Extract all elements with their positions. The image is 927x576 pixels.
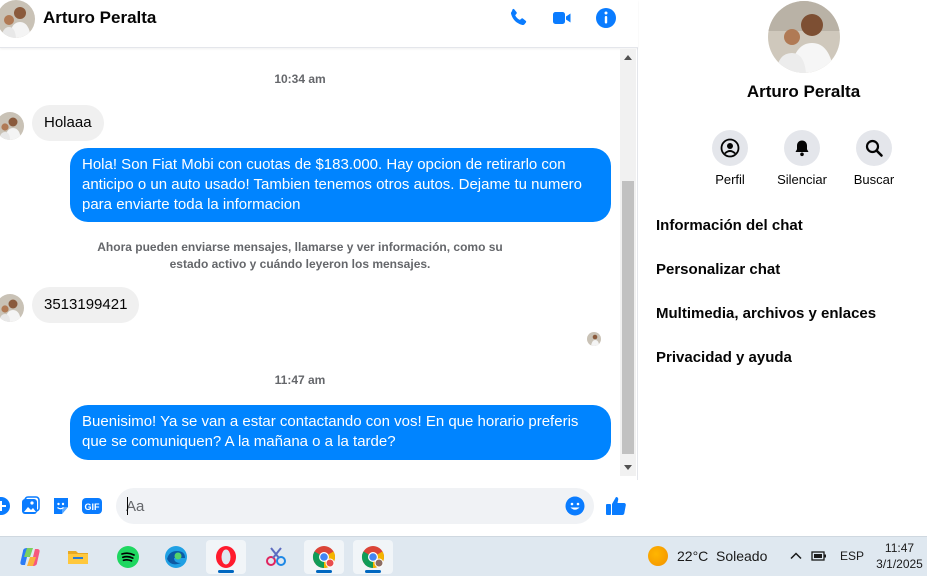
copilot-icon[interactable]	[10, 540, 50, 574]
message-list[interactable]: 10:34 am Holaaa Hola! Son Fiat Mobi con …	[0, 49, 620, 476]
customize-chat-section[interactable]: Personalizar chat	[656, 261, 780, 278]
search-button[interactable]: Buscar	[839, 130, 909, 187]
sender-avatar[interactable]	[0, 294, 24, 322]
bell-icon	[784, 130, 820, 166]
active-indicator	[365, 570, 381, 573]
outgoing-message[interactable]: Hola! Son Fiat Mobi con cuotas de $183.0…	[70, 148, 611, 222]
weather-description[interactable]: Soleado	[716, 548, 767, 564]
privacy-support-section[interactable]: Privacidad y ayuda	[656, 349, 792, 366]
message-timestamp: 11:47 am	[274, 373, 326, 387]
spotify-icon[interactable]	[108, 540, 148, 574]
info-icon[interactable]	[594, 6, 618, 30]
profile-icon	[712, 130, 748, 166]
composer: GIF	[0, 480, 638, 536]
weather-temperature[interactable]: 22°C	[677, 548, 708, 564]
message-input-container[interactable]	[116, 488, 594, 524]
image-icon[interactable]	[19, 495, 41, 517]
file-explorer-icon[interactable]	[58, 540, 98, 574]
system-notice: Ahora pueden enviarse mensajes, llamarse…	[97, 240, 503, 271]
text-caret	[127, 497, 128, 515]
clock-time: 11:47	[884, 541, 915, 555]
chat-info-section[interactable]: Información del chat	[656, 217, 803, 234]
clock-date: 3/1/2025	[876, 557, 923, 571]
plus-icon[interactable]	[0, 495, 12, 517]
language-indicator[interactable]: ESP	[840, 549, 864, 563]
chat-header: Arturo Peralta	[0, 0, 638, 48]
scroll-thumb[interactable]	[622, 181, 634, 454]
sticker-icon[interactable]	[50, 495, 72, 517]
conversation-info-panel: Arturo Peralta Perfil Silenciar Buscar I…	[639, 0, 927, 536]
message-input[interactable]	[126, 488, 556, 524]
profile-name: Arturo Peralta	[746, 82, 861, 101]
profile-avatar[interactable]	[768, 1, 840, 73]
opera-icon[interactable]	[206, 540, 246, 574]
scroll-down-arrow[interactable]	[624, 465, 632, 470]
message-timestamp: 10:34 am	[274, 72, 326, 86]
video-camera-icon[interactable]	[550, 6, 574, 30]
read-receipt-avatar	[587, 332, 601, 346]
phone-icon[interactable]	[506, 6, 530, 30]
message-scrollbar[interactable]	[620, 49, 636, 476]
snipping-tool-icon[interactable]	[256, 540, 296, 574]
incoming-message[interactable]: 3513199421	[32, 287, 140, 323]
gif-icon[interactable]: GIF	[81, 495, 103, 517]
incoming-message[interactable]: Holaaa	[32, 105, 104, 141]
mute-label: Silenciar	[777, 172, 827, 187]
chrome-profile-icon[interactable]	[353, 540, 393, 574]
media-files-links-section[interactable]: Multimedia, archivos y enlaces	[656, 305, 876, 322]
outgoing-message[interactable]: Buenisimo! Ya se van a estar contactando…	[70, 405, 611, 460]
network-battery-icon[interactable]	[811, 548, 829, 564]
windows-taskbar: 22°C Soleado ESP 11:47 3/1/2025	[0, 536, 927, 576]
sun-icon[interactable]	[648, 546, 668, 566]
system-clock[interactable]: 11:47 3/1/2025	[872, 540, 927, 572]
profile-label: Perfil	[715, 172, 745, 187]
emoji-icon[interactable]	[564, 495, 586, 517]
search-label: Buscar	[853, 172, 895, 187]
sender-avatar[interactable]	[0, 112, 24, 140]
contact-name[interactable]: Arturo Peralta	[43, 8, 156, 28]
profile-button[interactable]: Perfil	[695, 130, 765, 187]
edge-icon[interactable]	[156, 540, 196, 574]
chat-pane: Arturo Peralta 10:34 am Holaaa Hola! Son…	[0, 0, 638, 536]
search-icon	[856, 130, 892, 166]
contact-avatar[interactable]	[0, 0, 35, 38]
mute-button[interactable]: Silenciar	[767, 130, 837, 187]
active-indicator	[218, 570, 234, 573]
chrome-icon[interactable]	[304, 540, 344, 574]
active-indicator	[316, 570, 332, 573]
chevron-up-icon[interactable]	[788, 548, 804, 564]
gif-label: GIF	[85, 502, 101, 512]
like-icon[interactable]	[604, 494, 628, 518]
scroll-up-arrow[interactable]	[624, 55, 632, 60]
